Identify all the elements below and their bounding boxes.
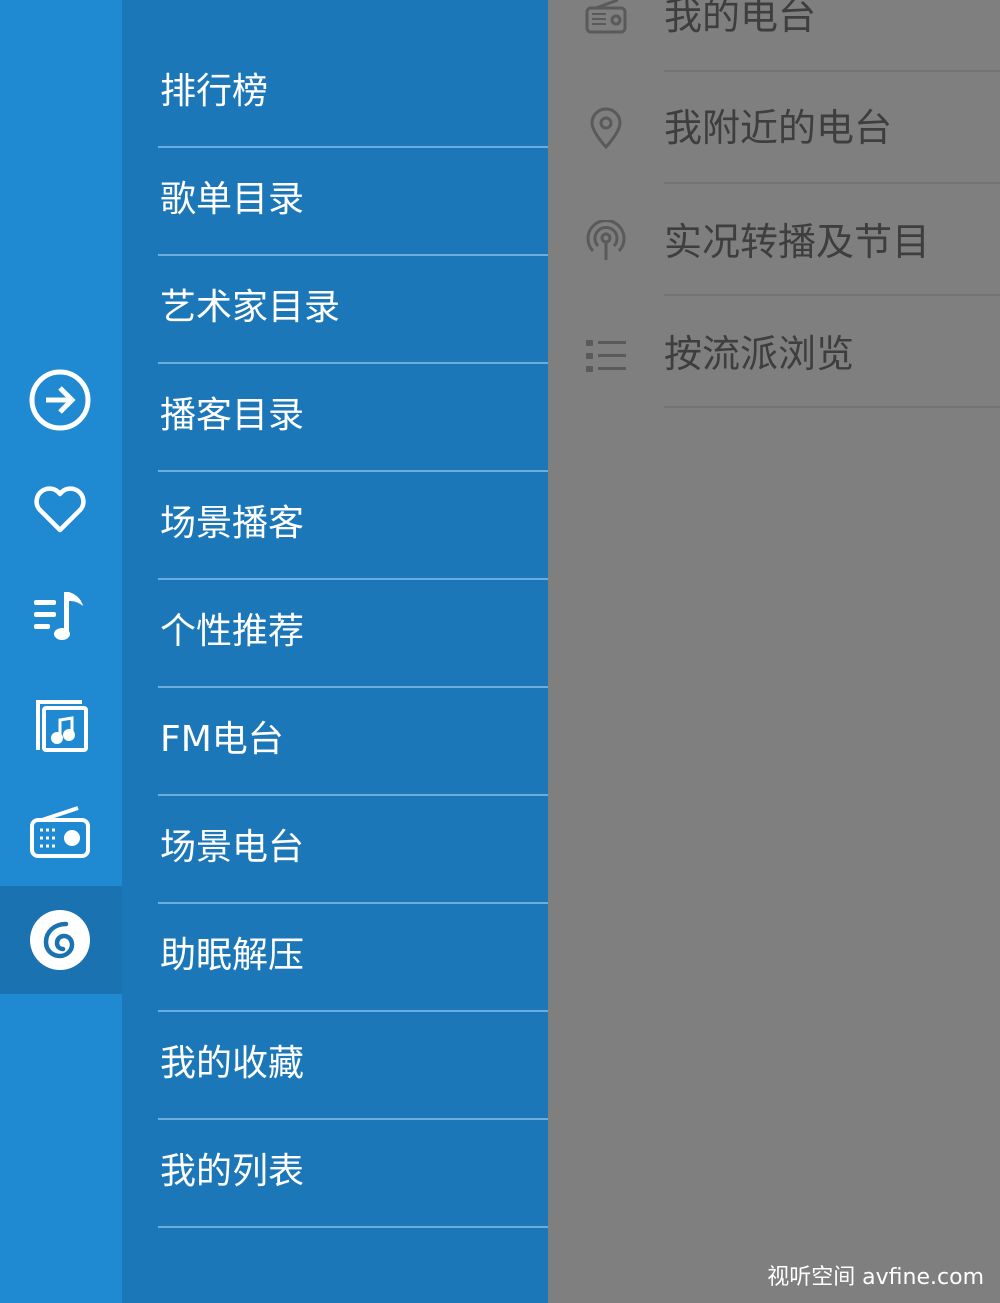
menu-item-label: FM电台 — [160, 719, 284, 760]
arrow-right-circle-icon[interactable] — [26, 366, 94, 434]
menu-item-label: 场景电台 — [160, 827, 305, 868]
menu-item-label: 我的列表 — [160, 1151, 305, 1192]
menu-item-scene-podcasts[interactable]: 场景播客 — [122, 472, 548, 580]
broadcast-icon — [584, 220, 628, 264]
menu-item-my-lists[interactable]: 我的列表 — [122, 1120, 548, 1228]
menu-item-playlists[interactable]: 歌单目录 — [122, 148, 548, 256]
album-icon[interactable] — [26, 690, 94, 758]
location-pin-icon — [584, 106, 628, 150]
icon-rail — [0, 0, 122, 1303]
menu-item-podcasts[interactable]: 播客目录 — [122, 364, 548, 472]
menu-item-label: 我的收藏 — [160, 1043, 305, 1084]
right-item-genres[interactable]: 按流派浏览 — [548, 296, 1000, 408]
menu-item-label: 个性推荐 — [160, 611, 305, 652]
radio-icon[interactable] — [26, 798, 94, 866]
divider — [158, 1226, 548, 1228]
radio-icon — [584, 0, 628, 38]
menu-item-recommendations[interactable]: 个性推荐 — [122, 580, 548, 688]
heart-icon[interactable] — [26, 474, 94, 542]
right-item-label: 实况转播及节目 — [664, 220, 931, 264]
menu-item-label: 歌单目录 — [160, 179, 305, 220]
menu-item-fm-radio[interactable]: FM电台 — [122, 688, 548, 796]
menu-item-scene-radio[interactable]: 场景电台 — [122, 796, 548, 904]
right-item-live[interactable]: 实况转播及节目 — [548, 184, 1000, 296]
netease-music-icon[interactable] — [26, 906, 94, 974]
menu-item-label: 播客目录 — [160, 395, 305, 436]
menu-item-artists[interactable]: 艺术家目录 — [122, 256, 548, 364]
right-item-label: 我附近的电台 — [664, 106, 893, 150]
menu-item-label: 艺术家目录 — [160, 287, 341, 328]
menu-item-label: 助眠解压 — [160, 935, 305, 976]
right-item-my-radio[interactable]: 我的电台 — [548, 0, 1000, 72]
list-icon — [584, 334, 628, 378]
watermark: 视听空间 avfine.com — [767, 1265, 984, 1290]
menu-item-label: 排行榜 — [160, 71, 269, 112]
right-item-nearby-radio[interactable]: 我附近的电台 — [548, 72, 1000, 184]
music-queue-icon[interactable] — [26, 582, 94, 650]
menu-item-favorites[interactable]: 我的收藏 — [122, 1012, 548, 1120]
divider — [664, 406, 1000, 408]
content-panel: 我的电台 我附近的电台 实况转播及节目 按流派浏览 — [548, 0, 1000, 1303]
menu-item-charts[interactable]: 排行榜 — [122, 40, 548, 148]
menu-item-sleep-relax[interactable]: 助眠解压 — [122, 904, 548, 1012]
menu-item-label: 场景播客 — [160, 503, 305, 544]
side-menu: 排行榜 歌单目录 艺术家目录 播客目录 场景播客 个性推荐 FM电台 场景电台 … — [122, 0, 548, 1303]
right-item-label: 按流派浏览 — [664, 332, 855, 376]
right-item-label: 我的电台 — [664, 0, 817, 38]
